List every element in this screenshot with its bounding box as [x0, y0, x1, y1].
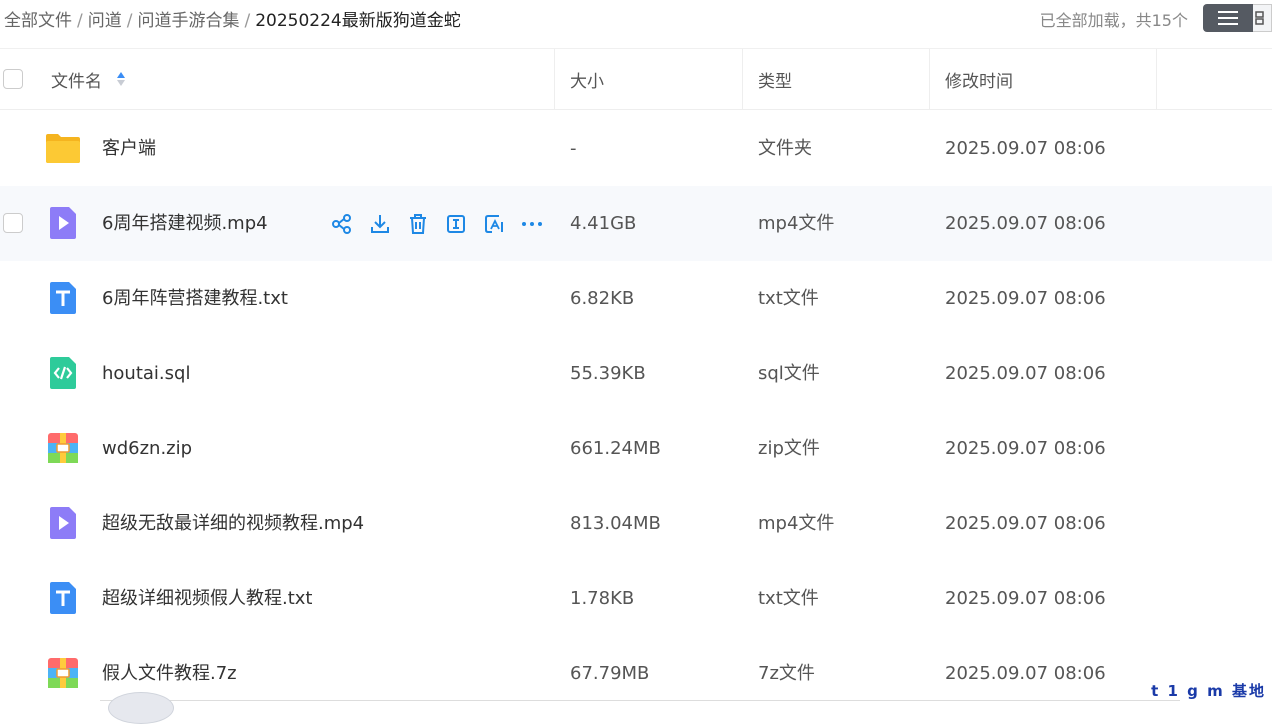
- file-size: 813.04MB: [570, 513, 661, 534]
- load-status: 已全部加载，共15个: [1039, 11, 1188, 30]
- text-file-icon: [50, 282, 76, 314]
- ai-summary-button[interactable]: [482, 212, 506, 236]
- column-modified-label: 修改时间: [945, 71, 1013, 92]
- column-modified-header[interactable]: 修改时间: [945, 49, 1013, 109]
- top-bar: 全部文件 / 问道 / 问道手游合集/20250224最新版狗道金蛇 已全部加载，共15…: [0, 0, 1272, 38]
- breadcrumb-separator: /: [77, 11, 83, 31]
- video-file-icon: [50, 507, 76, 539]
- breadcrumb-item-wendao[interactable]: 问道: [88, 11, 122, 31]
- file-name[interactable]: 6周年阵营搭建教程.txt: [102, 261, 288, 336]
- column-name-header[interactable]: 文件名: [51, 49, 126, 109]
- breadcrumb-item-all-files[interactable]: 全部文件: [4, 11, 72, 31]
- download-button[interactable]: [368, 212, 392, 236]
- column-size-label: 大小: [570, 71, 604, 92]
- file-size: 4.41GB: [570, 213, 637, 234]
- file-type: mp4文件: [758, 513, 835, 534]
- file-size: 661.24MB: [570, 438, 661, 459]
- table-row[interactable]: 超级无敌最详细的视频教程.mp4 813.04MB mp4文件 2025.09.…: [0, 486, 1272, 561]
- breadcrumb-current: 20250224最新版狗道金蛇: [255, 11, 461, 31]
- rename-icon: [447, 215, 465, 233]
- file-size: -: [570, 138, 577, 159]
- more-button[interactable]: [520, 212, 544, 236]
- grid-icon: [1255, 11, 1264, 25]
- watermark: t 1 g m 基地: [1151, 682, 1266, 700]
- file-name[interactable]: 客户端: [102, 111, 156, 186]
- column-divider: [742, 49, 743, 109]
- file-modified: 2025.09.07 08:06: [945, 513, 1106, 534]
- column-type-label: 类型: [758, 71, 792, 92]
- file-modified: 2025.09.07 08:06: [945, 363, 1106, 384]
- file-type: 文件夹: [758, 138, 812, 159]
- file-modified: 2025.09.07 08:06: [945, 138, 1106, 159]
- breadcrumb-separator: /: [126, 11, 133, 31]
- video-file-icon: [50, 207, 76, 239]
- folder-icon: [46, 134, 80, 163]
- share-button[interactable]: [330, 212, 354, 236]
- ai-summary-icon: [485, 215, 503, 233]
- breadcrumb: 全部文件 / 问道 / 问道手游合集/20250224最新版狗道金蛇: [4, 6, 461, 31]
- file-name[interactable]: houtai.sql: [102, 336, 190, 411]
- delete-icon: [410, 214, 426, 234]
- list-icon: [1218, 11, 1238, 25]
- table-row[interactable]: 客户端 - 文件夹 2025.09.07 08:06: [0, 111, 1272, 186]
- file-modified: 2025.09.07 08:06: [945, 288, 1106, 309]
- column-divider: [929, 49, 930, 109]
- file-size: 55.39KB: [570, 363, 646, 384]
- row-actions: [330, 212, 544, 236]
- file-type: txt文件: [758, 588, 819, 609]
- column-divider: [554, 49, 555, 109]
- select-all-checkbox[interactable]: [3, 69, 23, 89]
- file-type: txt文件: [758, 288, 819, 309]
- text-file-icon: [50, 582, 76, 614]
- delete-button[interactable]: [406, 212, 430, 236]
- column-name-label: 文件名: [51, 71, 102, 92]
- table-row[interactable]: 6周年阵营搭建教程.txt 6.82KB txt文件 2025.09.07 08…: [0, 261, 1272, 336]
- grid-view-button[interactable]: [1253, 4, 1272, 32]
- archive-file-icon: [48, 433, 78, 463]
- table-row[interactable]: 6周年搭建视频.mp4 4.41GB mp4文件 2025.09.07 08:0…: [0, 186, 1272, 261]
- floating-widget[interactable]: [108, 692, 174, 724]
- file-size: 6.82KB: [570, 288, 635, 309]
- archive-file-icon: [48, 658, 78, 688]
- row-checkbox[interactable]: [3, 213, 23, 233]
- bottom-divider: [100, 700, 1180, 701]
- file-type: sql文件: [758, 363, 820, 384]
- code-file-icon: [50, 357, 76, 389]
- rename-button[interactable]: [444, 212, 468, 236]
- share-icon: [332, 214, 351, 234]
- file-name[interactable]: wd6zn.zip: [102, 411, 192, 486]
- table-row[interactable]: wd6zn.zip 661.24MB zip文件 2025.09.07 08:0…: [0, 411, 1272, 486]
- table-header: 文件名 大小 类型 修改时间: [0, 48, 1272, 110]
- file-name[interactable]: 超级详细视频假人教程.txt: [102, 561, 313, 636]
- breadcrumb-item-collection[interactable]: 问道手游合集: [137, 11, 239, 31]
- file-modified: 2025.09.07 08:06: [945, 588, 1106, 609]
- file-modified: 2025.09.07 08:06: [945, 438, 1106, 459]
- column-type-header[interactable]: 类型: [758, 49, 792, 109]
- sort-icon[interactable]: [116, 70, 126, 88]
- file-name[interactable]: 6周年搭建视频.mp4: [102, 186, 268, 261]
- table-row[interactable]: 超级详细视频假人教程.txt 1.78KB txt文件 2025.09.07 0…: [0, 561, 1272, 636]
- more-icon: [522, 222, 542, 226]
- file-modified: 2025.09.07 08:06: [945, 213, 1106, 234]
- file-name[interactable]: 超级无敌最详细的视频教程.mp4: [102, 486, 364, 561]
- column-divider: [1156, 49, 1157, 109]
- column-size-header[interactable]: 大小: [570, 49, 604, 109]
- file-type: zip文件: [758, 438, 820, 459]
- file-size: 1.78KB: [570, 588, 635, 609]
- download-icon: [371, 215, 389, 233]
- list-view-button[interactable]: [1203, 4, 1253, 32]
- breadcrumb-separator: /: [244, 11, 251, 31]
- table-row[interactable]: houtai.sql 55.39KB sql文件 2025.09.07 08:0…: [0, 336, 1272, 411]
- file-type: mp4文件: [758, 213, 835, 234]
